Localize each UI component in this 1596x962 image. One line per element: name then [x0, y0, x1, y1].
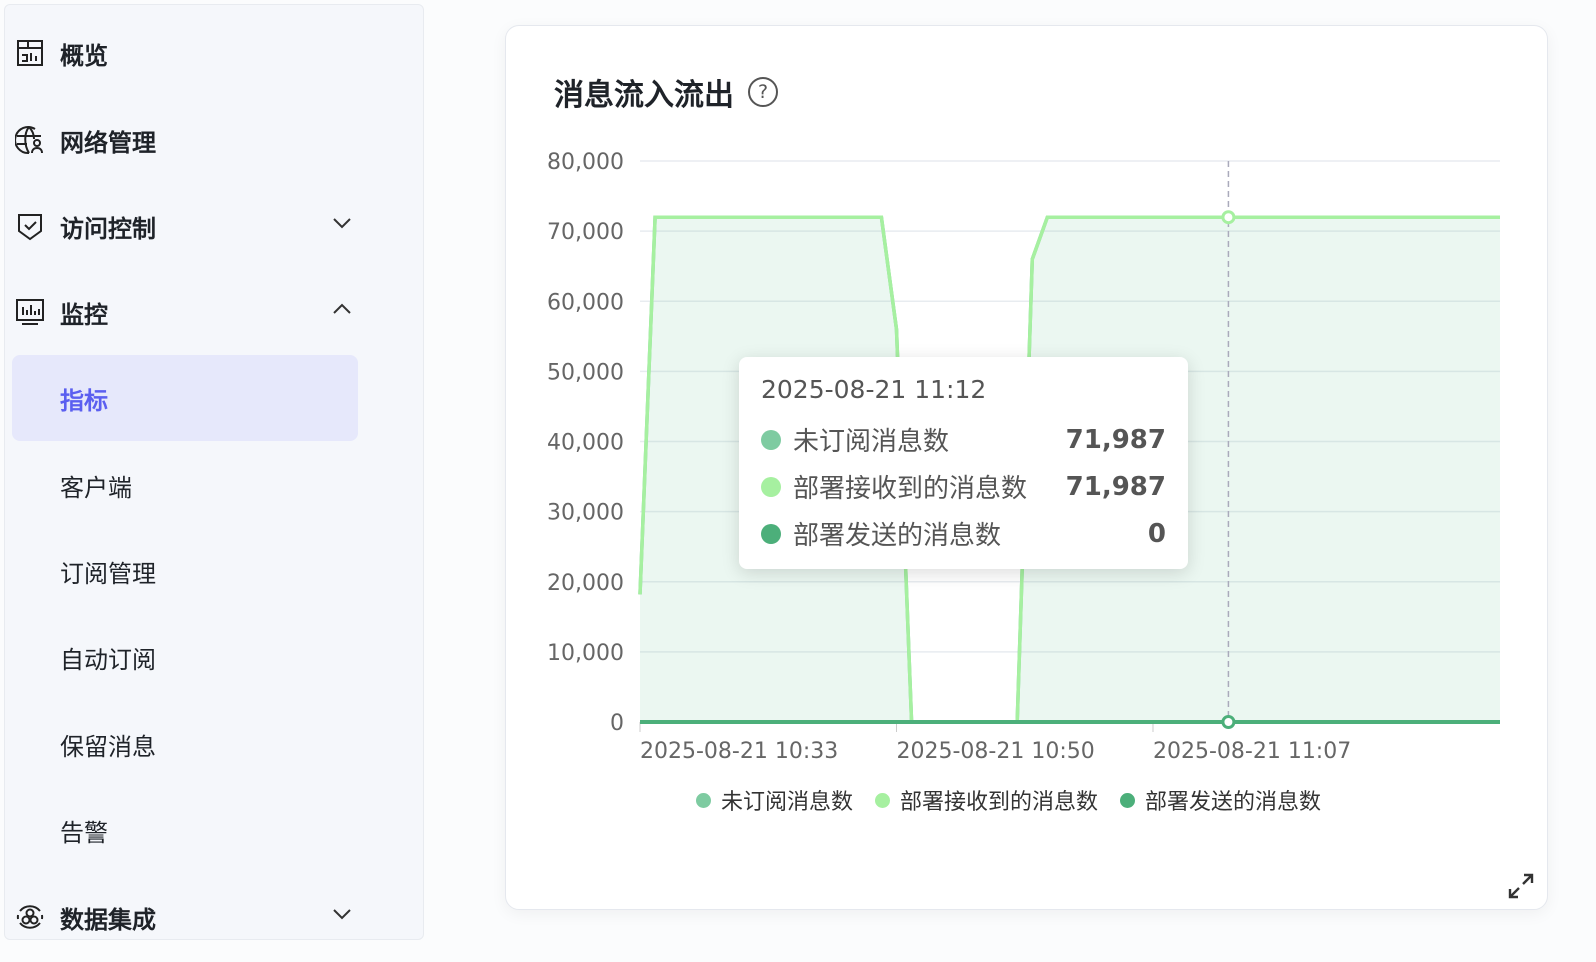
expand-icon[interactable] [1506, 871, 1536, 901]
chart-legend: 未订阅消息数 部署接收到的消息数 部署发送的消息数 [696, 784, 1321, 816]
tooltip-row: 未订阅消息数 71,987 [761, 416, 1166, 463]
tooltip-label: 部署接收到的消息数 [793, 474, 1028, 504]
series-dot [761, 476, 781, 497]
sidebar-item-label: 概览 [60, 41, 108, 70]
series-dot [761, 523, 781, 544]
sidebar-item-label: 指标 [60, 386, 108, 415]
tooltip-label: 未订阅消息数 [793, 427, 950, 457]
sidebar-item-label: 监控 [60, 300, 108, 329]
legend-dot [696, 792, 711, 808]
tooltip-row: 部署发送的消息数 0 [761, 510, 1166, 557]
chevron-down-icon[interactable] [332, 907, 352, 921]
sidebar-item-7[interactable]: 自动订阅 [12, 614, 358, 700]
help-icon[interactable]: ? [748, 77, 778, 107]
card-title-row: 消息流入流出 ? [554, 70, 778, 114]
dashboard-icon [14, 37, 46, 69]
sidebar-item-6[interactable]: 订阅管理 [12, 528, 358, 614]
sidebar-item-label: 客户端 [60, 473, 132, 502]
sidebar-item-8[interactable]: 保留消息 [12, 701, 358, 787]
legend-label: 部署发送的消息数 [1145, 790, 1322, 815]
sidebar-item-label: 告警 [60, 818, 108, 847]
tooltip-time: 2025-08-21 11:12 [761, 375, 987, 404]
tooltip-row: 部署接收到的消息数 71,987 [761, 463, 1166, 510]
chart-tooltip: 2025-08-21 11:12 未订阅消息数 71,987 部署接收到的消息数 7… [739, 357, 1188, 569]
sidebar-item-label: 保留消息 [60, 732, 156, 761]
legend-item[interactable]: 未订阅消息数 [696, 784, 853, 816]
tooltip-label: 部署发送的消息数 [793, 521, 1002, 551]
sidebar-item-label: 数据集成 [60, 905, 156, 934]
sidebar-item-4[interactable]: 指标 [12, 355, 358, 441]
sidebar-item-5[interactable]: 客户端 [12, 442, 358, 528]
card-title: 消息流入流出 [554, 78, 734, 113]
sidebar-item-label: 访问控制 [60, 214, 156, 243]
legend-label: 部署接收到的消息数 [900, 790, 1099, 815]
legend-label: 未订阅消息数 [721, 790, 854, 815]
sidebar-item-10[interactable]: 数据集成 [12, 874, 358, 960]
tooltip-value: 71,987 [1065, 424, 1166, 455]
sidebar-item-3[interactable]: 监控 [12, 269, 358, 355]
globe-user-icon [14, 124, 46, 156]
legend-item[interactable]: 部署接收到的消息数 [875, 784, 1098, 816]
sidebar-item-label: 网络管理 [60, 128, 156, 157]
integration-icon [14, 901, 46, 933]
shield-check-icon [14, 210, 46, 242]
sidebar-item-label: 自动订阅 [60, 645, 156, 674]
series-dot [761, 429, 781, 450]
sidebar-item-label: 订阅管理 [60, 559, 156, 588]
chevron-up-icon[interactable] [332, 302, 352, 316]
legend-dot [875, 792, 891, 808]
legend-dot [1120, 792, 1136, 808]
tooltip-value: 0 [1147, 518, 1166, 549]
sidebar-item-1[interactable]: 网络管理 [12, 97, 358, 183]
monitor-chart-icon [14, 296, 46, 328]
sidebar-item-2[interactable]: 访问控制 [12, 183, 358, 269]
legend-item[interactable]: 部署发送的消息数 [1120, 784, 1321, 816]
tooltip-value: 71,987 [1065, 471, 1166, 502]
chevron-down-icon[interactable] [332, 216, 352, 230]
sidebar-item-9[interactable]: 告警 [12, 787, 358, 873]
sidebar-item-0[interactable]: 概览 [12, 10, 358, 96]
